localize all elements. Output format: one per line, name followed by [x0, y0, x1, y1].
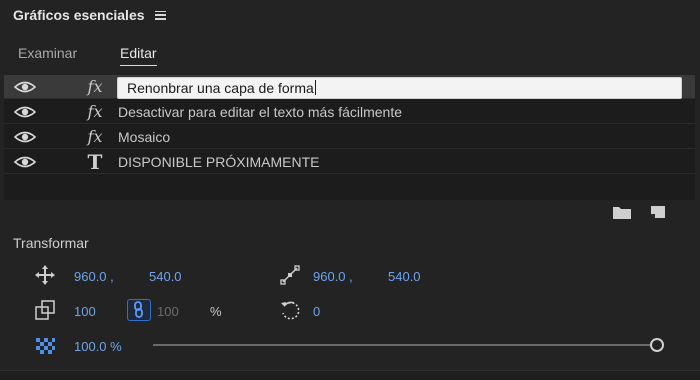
- opacity-slider-track[interactable]: [153, 344, 650, 346]
- link-icon: [134, 301, 143, 318]
- layer-label: Desactivar para editar el texto más fáci…: [118, 103, 403, 120]
- text-type-icon: T: [87, 149, 103, 174]
- move-icon: [35, 265, 55, 285]
- tab-editar[interactable]: Editar: [120, 45, 157, 66]
- panel-title: Gráficos esenciales: [13, 7, 145, 23]
- eye-icon[interactable]: [14, 105, 36, 119]
- anchor-y-value[interactable]: 540.0: [388, 269, 421, 284]
- eye-icon[interactable]: [14, 80, 36, 94]
- panel-footer: [0, 370, 700, 380]
- fx-icon: fx: [87, 127, 103, 146]
- eye-icon[interactable]: [14, 130, 36, 144]
- layers-list: fx Renonbrar una capa de forma fx Desact…: [4, 75, 695, 200]
- panel-menu-icon[interactable]: [154, 10, 166, 20]
- eye-icon[interactable]: [14, 155, 36, 169]
- scale-unit: %: [210, 304, 222, 319]
- fx-icon: fx: [87, 102, 103, 121]
- position-x-value[interactable]: 960.0 ,: [74, 269, 114, 284]
- position-y-value[interactable]: 540.0: [149, 269, 182, 284]
- constrain-proportions-button[interactable]: [127, 299, 151, 321]
- opacity-icon: [36, 338, 55, 354]
- layer-row[interactable]: fx Mosaico: [4, 125, 695, 149]
- layer-row[interactable]: fx Desactivar para editar el texto más f…: [4, 100, 695, 124]
- fx-icon: fx: [87, 77, 103, 96]
- opacity-value[interactable]: 100.0 %: [74, 339, 122, 354]
- folder-icon[interactable]: [612, 204, 632, 220]
- layer-row[interactable]: T DISPONIBLE PRÓXIMAMENTE: [4, 150, 695, 174]
- layer-row[interactable]: fx Renonbrar una capa de forma: [4, 75, 695, 99]
- scale-height-value: 100: [157, 304, 179, 319]
- scale-icon: [35, 300, 55, 320]
- opacity-slider-knob[interactable]: [650, 338, 664, 352]
- tab-examinar[interactable]: Examinar: [18, 45, 77, 65]
- anchor-x-value[interactable]: 960.0 ,: [313, 269, 353, 284]
- rotation-value[interactable]: 0: [313, 304, 320, 319]
- layer-label: Mosaico: [118, 128, 171, 145]
- anchor-point-icon: [280, 265, 300, 285]
- transform-title: Transformar: [13, 235, 89, 251]
- scale-width-value[interactable]: 100: [74, 304, 96, 319]
- layer-name-input[interactable]: Renonbrar una capa de forma: [117, 77, 682, 99]
- panel-header: Gráficos esenciales: [0, 0, 700, 30]
- new-item-icon[interactable]: [648, 204, 668, 220]
- layer-label: DISPONIBLE PRÓXIMAMENTE: [118, 153, 320, 170]
- rotation-icon: [281, 301, 300, 320]
